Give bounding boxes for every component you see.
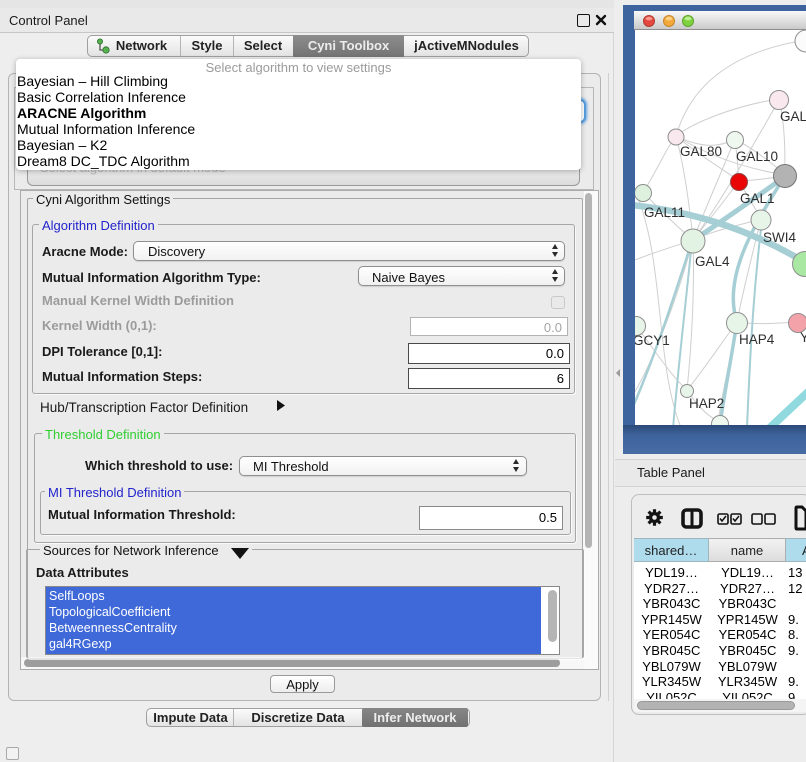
svg-text:GAL1: GAL1 <box>740 191 775 206</box>
svg-text:GCY1: GCY1 <box>635 333 670 348</box>
svg-text:SWI4: SWI4 <box>763 230 796 245</box>
svg-text:GAL80: GAL80 <box>680 144 722 159</box>
svg-text:GAL4: GAL4 <box>695 254 730 269</box>
svg-text:HAP2: HAP2 <box>689 396 724 411</box>
svg-text:HAP4: HAP4 <box>739 332 775 347</box>
svg-text:Y: Y <box>800 330 806 345</box>
svg-text:GAL10: GAL10 <box>736 149 778 164</box>
svg-text:GAL: GAL <box>780 109 806 124</box>
svg-text:GAL11: GAL11 <box>644 205 685 220</box>
